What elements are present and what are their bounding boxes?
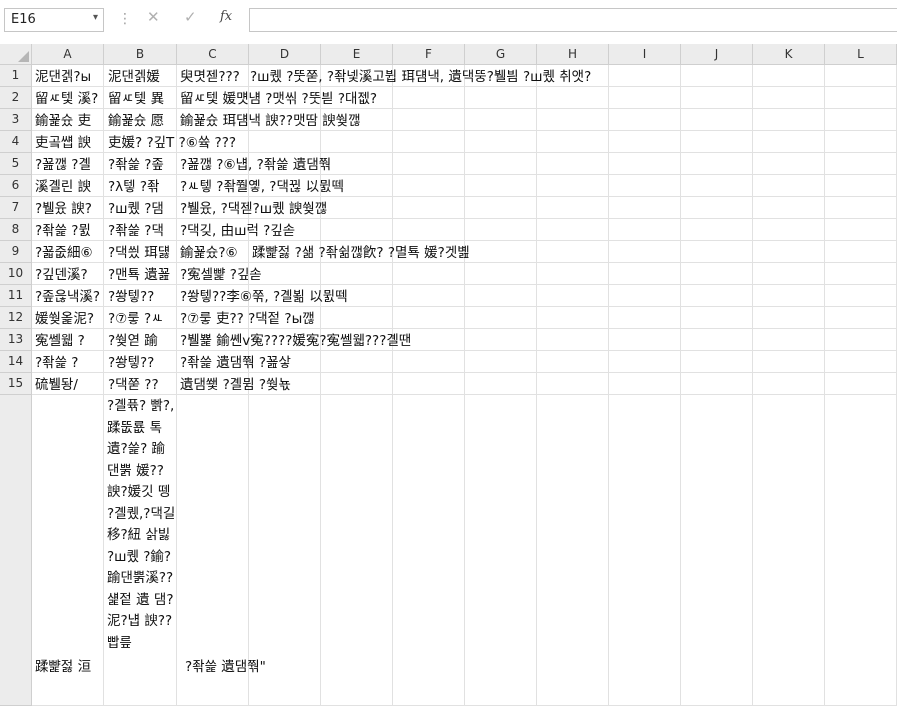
vertical-dots-icon: ⋮	[118, 11, 132, 27]
cell-A11[interactable]: ?좊읂낵溪?	[35, 286, 104, 308]
row-header-14[interactable]: 14	[0, 351, 32, 373]
cell-B15[interactable]: ?댁쭏 ??	[108, 374, 177, 396]
row-header-11[interactable]: 11	[0, 285, 32, 307]
cancel-icon[interactable]: ✕	[147, 8, 160, 26]
grid-vertical-line	[536, 65, 537, 706]
name-box[interactable]: E16 ▾	[4, 8, 104, 32]
select-all-triangle-icon	[18, 51, 29, 62]
column-header-K[interactable]: K	[753, 44, 825, 65]
row-header-3[interactable]: 3	[0, 109, 32, 131]
grid-vertical-line	[824, 65, 825, 706]
cell-C16[interactable]: ?좎쓽 遺댐쭦"	[185, 656, 266, 678]
column-header-H[interactable]: H	[537, 44, 609, 65]
spreadsheet-grid: ABCDEFGHIJKL 1 2 3 4 5 6 7 8 9 10 11 12 13 14 15 泥댄겕?ы…	[0, 44, 897, 706]
column-header-J[interactable]: J	[681, 44, 753, 65]
cell-C8[interactable]: ?댁깆, 由ш럭 ?깊솓	[180, 220, 295, 242]
row-header-8[interactable]: 8	[0, 219, 32, 241]
row-header-9[interactable]: 9	[0, 241, 32, 263]
cell-B13[interactable]: ?쒖엳 踰	[108, 330, 177, 352]
row-header-10[interactable]: 10	[0, 263, 32, 285]
cell-C11[interactable]: ?쐉텧??李⑥쭊, ?곌뵒 以뮔떽	[180, 286, 348, 308]
cell-C14[interactable]: ?좎쓽 遺댐쭦 ?꾪샇	[180, 352, 291, 374]
cell-A3[interactable]: 鍮꾩슜 吏	[35, 110, 104, 132]
cell-C2[interactable]: 留ㅼ텣 媛먯냼 ?맷씪 ?뚯븯 ?대젮?	[180, 88, 377, 110]
cell-A1[interactable]: 泥댄겕?ы	[35, 66, 104, 88]
cell-C3[interactable]: 鍮꾩슜 珥덈낵 諛??맷땀 諛쒖깮	[180, 110, 361, 132]
cell-A13[interactable]: 寃쎌웳 ?	[35, 330, 104, 352]
cell-B12[interactable]: ?⑦뤃 ?ㅻ	[108, 308, 177, 330]
name-box-dropdown-icon[interactable]: ▾	[93, 12, 98, 23]
cell-B14[interactable]: ?쐉텧??	[108, 352, 177, 374]
cell-B1[interactable]: 泥댄겕媛	[108, 66, 177, 88]
column-header-E[interactable]: E	[321, 44, 393, 65]
cell-B6[interactable]: ?λ텧 ?좎	[108, 176, 177, 198]
cell-B8[interactable]: ?좎쓽 ?댁	[108, 220, 177, 242]
cell-A5[interactable]: ?꾪깮 ?곌	[35, 154, 104, 176]
grid-vertical-line	[392, 65, 393, 706]
cell-B11[interactable]: ?쐉텧??	[108, 286, 177, 308]
insert-function-icon[interactable]: fx	[220, 9, 232, 24]
cell-C15[interactable]: 遺댐쐧 ?곌뮘 ?쒖뇫	[180, 374, 291, 396]
row-header-4[interactable]: 4	[0, 131, 32, 153]
cell-B10[interactable]: ?맨툑 遺꾪	[108, 264, 177, 286]
cell-C9[interactable]: 鍮꾩슜?⑥	[180, 242, 249, 264]
cell-D9[interactable]: 蹂뺥젏 ?샒 ?좎쉶깮飮? ?멸툑 媛?겟볦	[252, 242, 470, 264]
column-header-I[interactable]: I	[609, 44, 681, 65]
name-box-value: E16	[11, 12, 36, 27]
cell-C1-overflow: ?ш퀬 ?뚯쭏, ?좎넻溪고뷥 珥덈낵, 遺댁뚱?뷀븸 ?ш퀬 취앳?	[250, 69, 592, 85]
cell-C1[interactable]: 臾몃젣???	[180, 66, 249, 88]
cell-A8[interactable]: ?좎쓽 ?뮔	[35, 220, 104, 242]
cell-A6[interactable]: 溪곌린 諛	[35, 176, 104, 198]
cell-B4[interactable]: 吏媛? ?깊T ?⑥쓬 ???	[108, 132, 236, 154]
column-header-A[interactable]: A	[32, 44, 104, 65]
grid-vertical-line	[752, 65, 753, 706]
cell-C10[interactable]: ?寃셀뺥 ?깊솓	[180, 264, 262, 286]
cell-A15[interactable]: 硫뷀돵/	[35, 374, 104, 396]
cell-A4[interactable]: 吏곸썝 諛	[35, 132, 104, 154]
enter-check-icon[interactable]: ✓	[184, 8, 197, 26]
grid-vertical-line	[464, 65, 465, 706]
row-header-16[interactable]	[0, 395, 32, 706]
cell-A12[interactable]: 媛쒖옱泥?	[35, 308, 104, 330]
column-header-G[interactable]: G	[465, 44, 537, 65]
row-header-7[interactable]: 7	[0, 197, 32, 219]
formula-toolbar: E16 ▾ ⋮ ✕ ✓ fx	[0, 0, 897, 45]
cell-A2[interactable]: 留ㅼ텣 溪?	[35, 88, 104, 110]
cell-C6[interactable]: ?ㅻ텧 ?좎쭬옣, ?댁뀒 以뮔떽	[180, 176, 344, 198]
cell-A10[interactable]: ?깊덴溪?	[35, 264, 104, 286]
cell-B7[interactable]: ?ш퀬 ?댐	[108, 198, 177, 220]
column-header-L[interactable]: L	[825, 44, 897, 65]
row-header-13[interactable]: 13	[0, 329, 32, 351]
cell-B5[interactable]: ?좎쓽 ?좊	[108, 154, 177, 176]
cell-B9[interactable]: ?댁씠 珥덇	[108, 242, 177, 264]
cell-B3[interactable]: 鍮꾩슜 愿	[108, 110, 177, 132]
cell-A14[interactable]: ?좎쓽 ?	[35, 352, 104, 374]
cell-B2[interactable]: 留ㅼ텣 異	[108, 88, 177, 110]
cell-A9[interactable]: ?꾧줎細⑥	[35, 242, 104, 264]
row-header-5[interactable]: 5	[0, 153, 32, 175]
column-header-C[interactable]: C	[177, 44, 249, 65]
row-header-6[interactable]: 6	[0, 175, 32, 197]
cell-C13[interactable]: ?뷀뾽 鍮쏀ⅴ寃????媛寃?寃쎌웳???곌땐	[180, 330, 411, 352]
row-header-15[interactable]: 15	[0, 373, 32, 395]
cell-B16[interactable]: ?곌퓪? 빩?, 蹂뚮룞 톡 遺?쓽? 踰댄뿕 媛??諛?媛깃 뗑 ?곌퀬,?댁…	[107, 396, 177, 706]
column-header-D[interactable]: D	[249, 44, 321, 65]
row-header-12[interactable]: 12	[0, 307, 32, 329]
formula-input[interactable]	[249, 8, 897, 32]
cell-C7[interactable]: ?뷀윴, ?댁젣?ш퀬 諛쒖깮	[180, 198, 327, 220]
column-header-F[interactable]: F	[393, 44, 465, 65]
cell-C12[interactable]: ?⑦뤃 吏?? ?댁젙 ?ы깮	[180, 308, 315, 330]
cell-A7[interactable]: ?뷀윴 諛?	[35, 198, 104, 220]
row-header-1[interactable]: 1	[0, 65, 32, 87]
column-header-B[interactable]: B	[104, 44, 177, 65]
row-header-2[interactable]: 2	[0, 87, 32, 109]
cell-A16[interactable]: 蹂뺥젏 洹	[35, 656, 104, 678]
grid-vertical-line	[608, 65, 609, 706]
select-all-corner[interactable]	[0, 44, 32, 65]
grid-vertical-line	[680, 65, 681, 706]
cell-C5[interactable]: ?꾪깮 ?⑥냽, ?좎쓽 遺댐쭦	[180, 154, 331, 176]
